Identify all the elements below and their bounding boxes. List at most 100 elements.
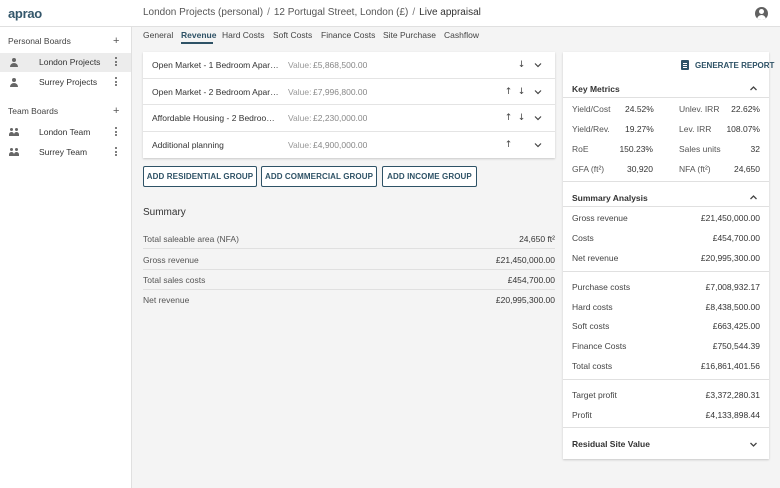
- revenue-group-name: Additional planning: [152, 139, 224, 150]
- move-down-icon[interactable]: ↓: [517, 87, 526, 97]
- revenue-group-row[interactable]: Additional planning Value: £4,900,000.00…: [143, 132, 555, 159]
- summary-value: £20,995,300.00: [495, 295, 555, 305]
- tab-cashflow[interactable]: Cashflow: [444, 30, 479, 40]
- add-team-board-button[interactable]: +: [113, 106, 119, 117]
- tab-revenue[interactable]: Revenue: [181, 30, 216, 40]
- add-income-group-button[interactable]: ADD INCOME GROUP: [382, 166, 477, 187]
- more-options-icon[interactable]: [115, 77, 118, 87]
- personal-boards-heading: Personal Boards: [8, 36, 71, 46]
- add-personal-board-button[interactable]: +: [113, 36, 119, 47]
- sidebar-item-london-team[interactable]: London Team: [0, 123, 131, 142]
- summary-row: Total sales costs £454,700.00: [143, 270, 555, 290]
- metric-value: 30,920: [627, 164, 653, 174]
- chevron-down-icon[interactable]: [534, 88, 542, 96]
- metric-label: RoE: [572, 144, 589, 154]
- divider: [563, 271, 769, 272]
- sidebar-item-london-projects[interactable]: London Projects: [0, 53, 131, 72]
- breadcrumb: London Projects (personal)/12 Portugal S…: [143, 7, 481, 18]
- metric-value: 108.07%: [726, 124, 760, 134]
- sidebar-item-surrey-team[interactable]: Surrey Team: [0, 143, 131, 162]
- residual-site-value-heading[interactable]: Residual Site Value: [572, 439, 650, 449]
- analysis-label: Profit: [572, 410, 592, 420]
- analysis-value: £454,700.00: [712, 233, 760, 243]
- revenue-group-value: £5,868,500.00: [313, 60, 368, 70]
- metric-label: Yield/Rev.: [572, 124, 610, 134]
- more-options-icon[interactable]: [115, 127, 118, 137]
- metric-value: 22.62%: [731, 104, 760, 114]
- chevron-down-icon[interactable]: [534, 114, 542, 122]
- move-down-icon[interactable]: ↓: [517, 113, 526, 123]
- chevron-down-icon[interactable]: [749, 440, 758, 449]
- divider: [563, 427, 769, 428]
- analysis-label: Gross revenue: [572, 213, 628, 223]
- summary-value: 24,650 ft²: [519, 234, 555, 244]
- analysis-value: £8,438,500.00: [705, 302, 760, 312]
- tab-general[interactable]: General: [143, 30, 173, 40]
- tab-soft-costs[interactable]: Soft Costs: [273, 30, 312, 40]
- chevron-up-icon[interactable]: [749, 193, 758, 202]
- chevron-down-icon[interactable]: [534, 141, 542, 149]
- analysis-value: £750,544.39: [712, 341, 760, 351]
- analysis-label: Purchase costs: [572, 282, 631, 292]
- summary-label: Total saleable area (NFA): [143, 234, 239, 244]
- analysis-value: £7,008,932.17: [705, 282, 760, 292]
- breadcrumb-separator: /: [412, 7, 416, 18]
- analysis-value: £21,450,000.00: [700, 213, 760, 223]
- revenue-group-row[interactable]: Open Market - 1 Bedroom Apartments Value…: [143, 52, 555, 79]
- move-up-icon[interactable]: ↑: [504, 140, 513, 150]
- top-bar: aprao London Projects (personal)/12 Port…: [0, 0, 780, 27]
- person-icon: [9, 58, 19, 67]
- tab-site-purchase[interactable]: Site Purchase: [383, 30, 436, 40]
- move-up-icon[interactable]: ↑: [504, 87, 513, 97]
- add-commercial-group-button[interactable]: ADD COMMERCIAL GROUP: [261, 166, 377, 187]
- breadcrumb-project[interactable]: 12 Portugal Street, London (£): [274, 7, 409, 18]
- analysis-label: Soft costs: [572, 321, 610, 331]
- account-avatar-icon[interactable]: [755, 7, 768, 20]
- breadcrumb-appraisal[interactable]: Live appraisal: [419, 7, 481, 18]
- summary-label: Gross revenue: [143, 254, 199, 265]
- chevron-down-icon[interactable]: [534, 61, 542, 69]
- sidebar: Personal Boards + London Projects Surrey…: [0, 27, 132, 488]
- revenue-group-value: £2,230,000.00: [313, 113, 368, 123]
- metric-value: 24.52%: [625, 104, 654, 114]
- tab-hard-costs[interactable]: Hard Costs: [222, 30, 265, 40]
- value-label: Value:: [288, 60, 312, 70]
- metric-label: Unlev. IRR: [679, 104, 720, 114]
- add-residential-group-button[interactable]: ADD RESIDENTIAL GROUP: [143, 166, 257, 187]
- metric-value: 32: [750, 144, 760, 154]
- active-tab-indicator: [181, 42, 213, 44]
- more-options-icon[interactable]: [115, 147, 118, 157]
- tab-finance-costs[interactable]: Finance Costs: [321, 30, 375, 40]
- more-options-icon[interactable]: [115, 57, 118, 67]
- app-logo[interactable]: aprao: [8, 6, 42, 21]
- metric-label: GFA (ft²): [572, 164, 605, 174]
- key-metrics-heading[interactable]: Key Metrics: [572, 84, 620, 94]
- metric-value: 19.27%: [625, 124, 654, 134]
- sidebar-item-surrey-projects[interactable]: Surrey Projects: [0, 73, 131, 92]
- move-up-icon[interactable]: ↑: [504, 113, 513, 123]
- revenue-group-row[interactable]: Open Market - 2 Bedroom Apartments Value…: [143, 79, 555, 105]
- analysis-value: £3,372,280.31: [705, 390, 760, 400]
- summary-row: Gross revenue £21,450,000.00: [143, 250, 555, 270]
- analysis-label: Target profit: [572, 390, 617, 400]
- summary-label: Net revenue: [143, 295, 190, 305]
- analysis-label: Hard costs: [572, 302, 613, 312]
- report-icon: [681, 60, 689, 70]
- revenue-group-row[interactable]: Affordable Housing - 2 Bedroom Apartment…: [143, 105, 555, 132]
- sidebar-item-label: Surrey Team: [39, 147, 88, 157]
- person-icon: [9, 78, 19, 87]
- generate-report-label: GENERATE REPORT: [695, 61, 775, 70]
- summary-label: Total sales costs: [143, 275, 206, 285]
- breadcrumb-separator: /: [267, 7, 270, 18]
- breadcrumb-board[interactable]: London Projects (personal): [143, 7, 263, 18]
- summary-analysis-heading[interactable]: Summary Analysis: [572, 193, 648, 203]
- revenue-group-name: Affordable Housing - 2 Bedroom Apartment…: [152, 113, 280, 123]
- chevron-up-icon[interactable]: [749, 84, 758, 93]
- summary-title: Summary: [143, 207, 186, 218]
- summary-value: £454,700.00: [507, 275, 555, 285]
- metric-value: 24,650: [734, 164, 760, 174]
- move-down-icon[interactable]: ↓: [517, 60, 526, 70]
- revenue-groups-list: Open Market - 1 Bedroom Apartments Value…: [143, 52, 555, 158]
- analysis-label: Costs: [572, 233, 594, 243]
- sidebar-item-label: London Projects: [39, 57, 101, 67]
